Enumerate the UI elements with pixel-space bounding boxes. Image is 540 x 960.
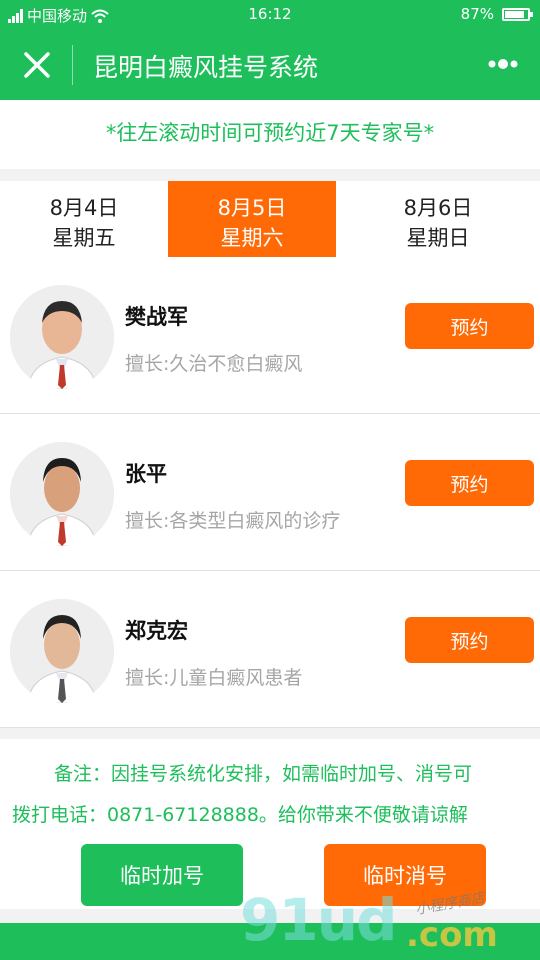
clock: 16:12 xyxy=(248,5,292,23)
nav-bar: 昆明白癜风挂号系统 xyxy=(0,30,540,100)
date-tabs: 8月4日 星期五 8月5日 星期六 8月6日 星期日 xyxy=(0,181,540,257)
more-icon[interactable] xyxy=(488,57,518,71)
doctor-avatar xyxy=(10,599,114,703)
remark-panel: 备注：因挂号系统化安排，如需临时加号、消号可 拨打电话：0871-6712888… xyxy=(0,739,540,909)
book-button[interactable]: 预约 xyxy=(405,303,534,349)
doctor-specialty: 擅长:各类型白癜风的诊疗 xyxy=(125,510,341,532)
watermark-domain: .com xyxy=(406,915,498,955)
close-icon[interactable] xyxy=(22,50,52,80)
doctor-list: 樊战军 擅长:久治不愈白癜风 预约 张平 擅长:各类型白癜风的诊疗 预约 郑克宏… xyxy=(0,257,540,728)
battery-icon xyxy=(502,7,533,21)
remark-line-1: 备注：因挂号系统化安排，如需临时加号、消号可 xyxy=(54,763,473,785)
weekday-label: 星期五 xyxy=(52,226,116,250)
date-tab-aug-5[interactable]: 8月5日 星期六 xyxy=(168,181,336,257)
doctor-name: 郑克宏 xyxy=(125,619,188,643)
doctor-specialty: 擅长:儿童白癜风患者 xyxy=(125,667,303,689)
doctor-avatar xyxy=(10,285,114,389)
date-label: 8月5日 xyxy=(217,196,287,220)
doctor-card: 樊战军 擅长:久治不愈白癜风 预约 xyxy=(0,257,540,414)
weekday-label: 星期日 xyxy=(406,226,470,250)
date-tab-aug-6[interactable]: 8月6日 星期日 xyxy=(336,181,540,257)
book-button[interactable]: 预约 xyxy=(405,460,534,506)
page-title: 昆明白癜风挂号系统 xyxy=(93,53,319,82)
doctor-avatar xyxy=(10,442,114,546)
doctor-name: 樊战军 xyxy=(125,305,188,329)
date-label: 8月4日 xyxy=(49,196,119,220)
nav-divider xyxy=(72,45,73,85)
watermark-logo: 91ud xyxy=(240,886,398,954)
doctor-name: 张平 xyxy=(125,462,167,486)
doctor-specialty: 擅长:久治不愈白癜风 xyxy=(125,353,303,375)
scroll-notice: *往左滚动时间可预约近7天专家号* xyxy=(0,100,540,169)
date-label: 8月6日 xyxy=(403,196,473,220)
temporary-add-button[interactable]: 临时加号 xyxy=(81,844,243,906)
status-bar: 中国移动 16:12 87% xyxy=(0,0,540,30)
battery-percent: 87% xyxy=(460,5,494,23)
doctor-card: 郑克宏 擅长:儿童白癜风患者 预约 xyxy=(0,571,540,728)
date-tab-aug-4[interactable]: 8月4日 星期五 xyxy=(0,181,168,257)
remark-line-2: 拨打电话：0871-67128888。给你带来不便敬请谅解 xyxy=(12,804,468,826)
book-button[interactable]: 预约 xyxy=(405,617,534,663)
weekday-label: 星期六 xyxy=(220,226,284,250)
doctor-card: 张平 擅长:各类型白癜风的诊疗 预约 xyxy=(0,414,540,571)
